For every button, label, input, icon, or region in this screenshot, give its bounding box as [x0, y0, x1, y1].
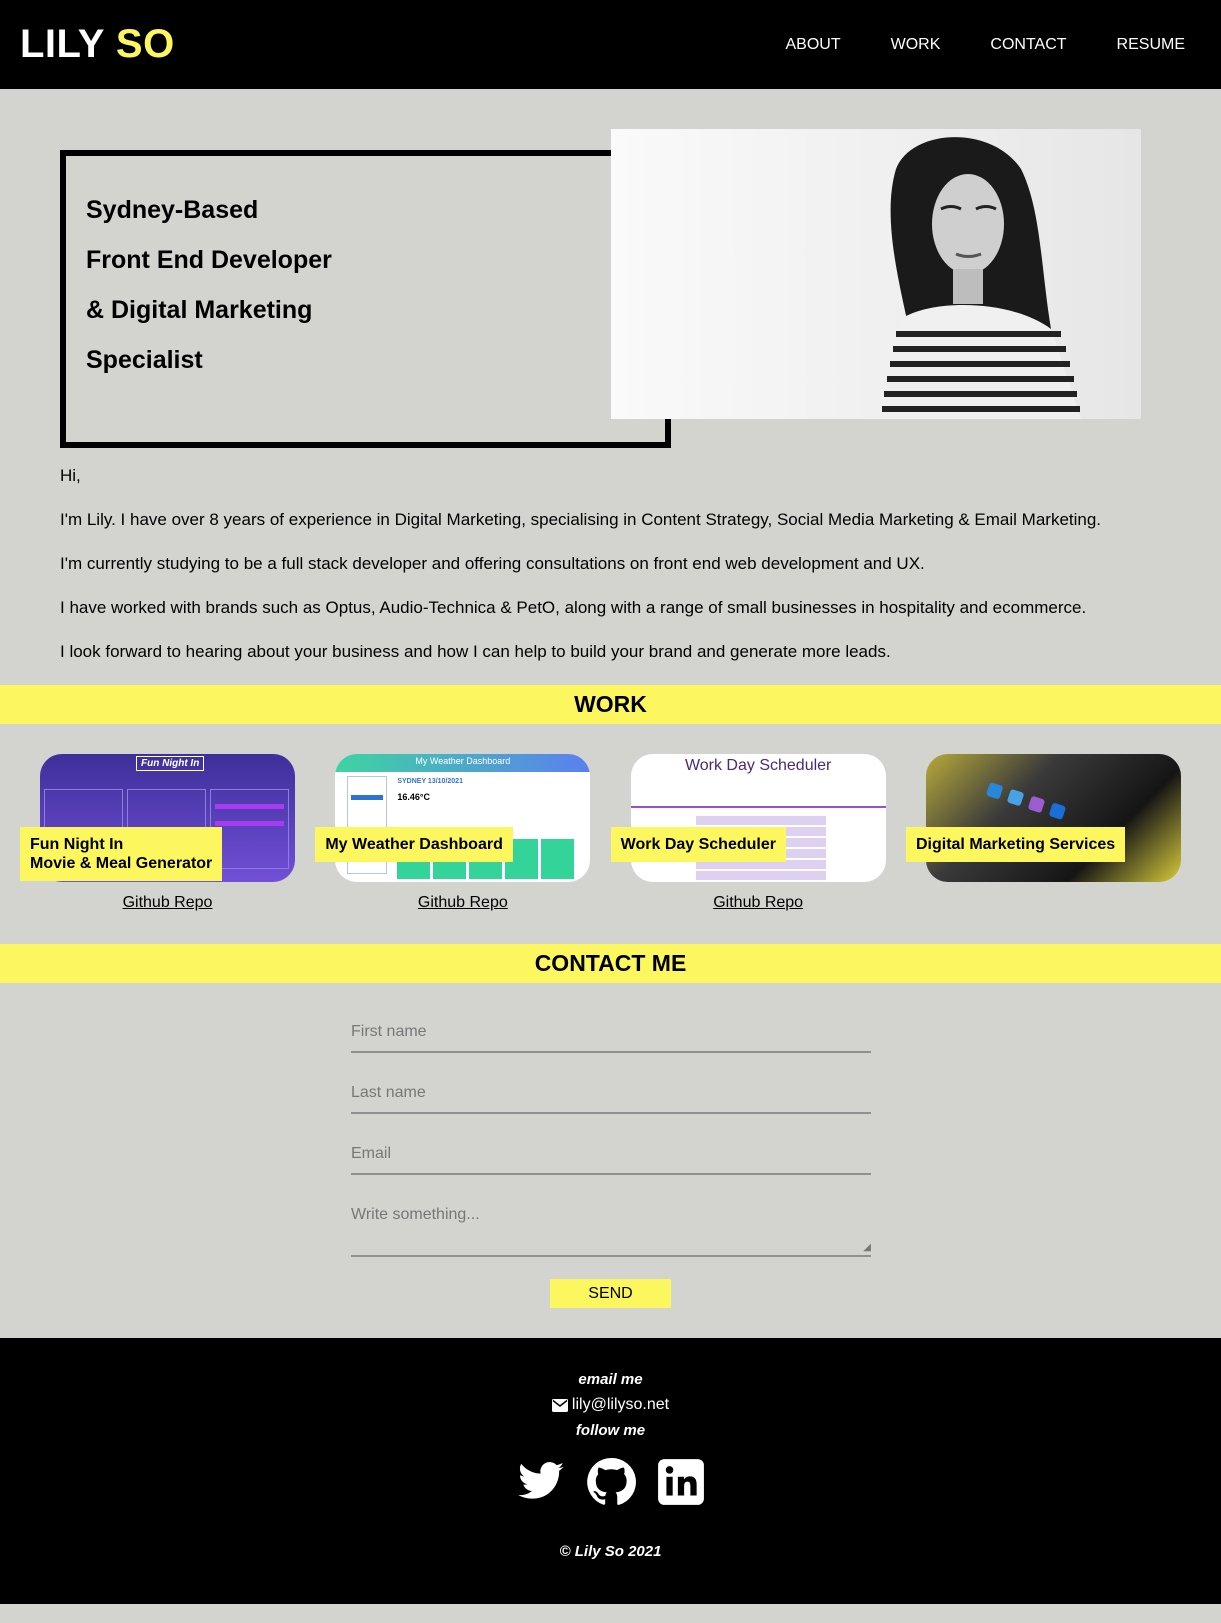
thumb-title: My Weather Dashboard	[335, 754, 591, 772]
work-card[interactable]: My Weather Dashboard SYDNEY 13/10/2021 1…	[315, 754, 591, 944]
contact-section-title: CONTACT ME	[0, 944, 1221, 983]
work-card[interactable]: Work Day Scheduler Work Day Scheduler Gi…	[610, 754, 886, 944]
twitter-icon[interactable]	[516, 1457, 566, 1507]
project-thumbnail[interactable]: My Weather Dashboard SYDNEY 13/10/2021 1…	[335, 754, 591, 882]
hero-line: Front End Developer	[86, 246, 332, 274]
follow-label: follow me	[575, 1422, 646, 1439]
hero-line: Sydney-Based	[86, 196, 259, 224]
work-section: Fun Night In Fun Night In Movie & Meal G…	[0, 724, 1221, 944]
thumb-temp: 16.46°C	[397, 792, 430, 802]
copyright: © Lily So 2021	[559, 1543, 662, 1560]
email-link[interactable]: lily@lilyso.net	[572, 1396, 669, 1414]
project-tag-line1: Fun Night In	[30, 836, 124, 853]
about-paragraph: I'm currently studying to be a full stac…	[60, 554, 925, 573]
send-button[interactable]: SEND	[550, 1279, 671, 1308]
work-card[interactable]: Digital Marketing Services	[905, 754, 1181, 944]
github-repo-link[interactable]: Github Repo	[335, 894, 590, 912]
main-nav: ABOUT WORK CONTACT RESUME	[786, 36, 1186, 54]
hero-line: Specialist	[86, 346, 203, 374]
work-section-title: WORK	[0, 685, 1221, 724]
logo-first-name: LILY	[20, 22, 105, 66]
email-label: email me	[578, 1371, 643, 1388]
logo-last-name: SO	[115, 22, 175, 66]
project-tag: Digital Marketing Services	[905, 827, 1126, 862]
project-tag-line2: Movie & Meal Generator	[30, 855, 213, 872]
about-paragraph: I'm Lily. I have over 8 years of experie…	[60, 510, 1102, 529]
last-name-field[interactable]: Last name	[351, 1084, 871, 1114]
social-links	[0, 1457, 1221, 1507]
hero-line: & Digital Marketing	[86, 296, 313, 324]
about-section: Hi, I'm Lily. I have over 8 years of exp…	[0, 464, 1221, 664]
project-tag: Fun Night In Movie & Meal Generator	[20, 827, 223, 881]
profile-photo	[611, 129, 1141, 419]
github-repo-link[interactable]: Github Repo	[631, 894, 886, 912]
nav-resume[interactable]: RESUME	[1117, 36, 1185, 54]
hero-section: Sydney-Based Front End Developer & Digit…	[0, 89, 1221, 464]
project-tag-line1: Digital Marketing Services	[915, 836, 1116, 853]
hero-heading: Sydney-Based Front End Developer & Digit…	[86, 185, 332, 385]
message-textarea[interactable]: Write something... ◢	[351, 1206, 871, 1257]
resize-handle-icon[interactable]: ◢	[863, 1242, 871, 1253]
project-thumbnail[interactable]	[925, 754, 1181, 882]
nav-about[interactable]: ABOUT	[786, 36, 841, 54]
about-paragraph: I have worked with brands such as Optus,…	[60, 598, 1087, 617]
message-placeholder: Write something...	[351, 1206, 480, 1223]
email-row[interactable]: lily@lilyso.net	[0, 1396, 1221, 1414]
nav-contact[interactable]: CONTACT	[990, 36, 1066, 54]
thumb-title: Fun Night In	[136, 756, 205, 771]
github-icon[interactable]	[586, 1457, 636, 1507]
about-paragraph: Hi,	[60, 466, 81, 485]
thumb-city: SYDNEY 13/10/2021	[397, 778, 463, 785]
project-thumbnail[interactable]: Work Day Scheduler	[630, 754, 886, 882]
about-paragraph: I look forward to hearing about your bus…	[60, 642, 891, 661]
envelope-icon	[551, 1398, 568, 1412]
project-tag-line1: Work Day Scheduler	[620, 836, 776, 853]
footer: email me lily@lilyso.net follow me © Lil…	[0, 1338, 1221, 1604]
project-tag: My Weather Dashboard	[315, 827, 513, 862]
contact-form: First name Last name Email Write somethi…	[0, 983, 1221, 1338]
work-card[interactable]: Fun Night In Fun Night In Movie & Meal G…	[20, 754, 295, 944]
github-repo-link[interactable]: Github Repo	[40, 894, 295, 912]
project-tag: Work Day Scheduler	[610, 827, 786, 862]
top-navbar: LILY SO ABOUT WORK CONTACT RESUME	[0, 0, 1221, 89]
first-name-field[interactable]: First name	[351, 1023, 871, 1053]
project-tag-line1: My Weather Dashboard	[325, 836, 503, 853]
nav-work[interactable]: WORK	[891, 36, 941, 54]
linkedin-icon[interactable]	[656, 1457, 706, 1507]
email-field[interactable]: Email	[351, 1145, 871, 1175]
site-logo[interactable]: LILY SO	[20, 22, 175, 67]
thumb-title: Work Day Scheduler	[684, 757, 832, 774]
